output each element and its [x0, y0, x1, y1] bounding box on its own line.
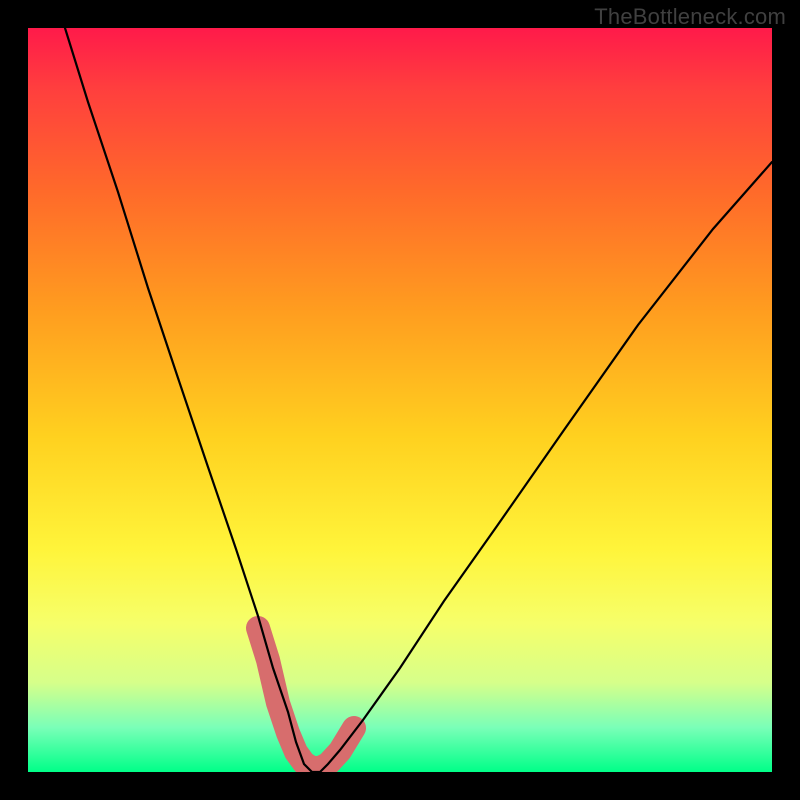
watermark-text: TheBottleneck.com	[594, 4, 786, 30]
bottleneck-curve	[65, 28, 772, 772]
bottleneck-curve-svg	[28, 28, 772, 772]
plot-area	[28, 28, 772, 772]
chart-frame: TheBottleneck.com	[0, 0, 800, 800]
curve-highlight	[258, 628, 354, 768]
